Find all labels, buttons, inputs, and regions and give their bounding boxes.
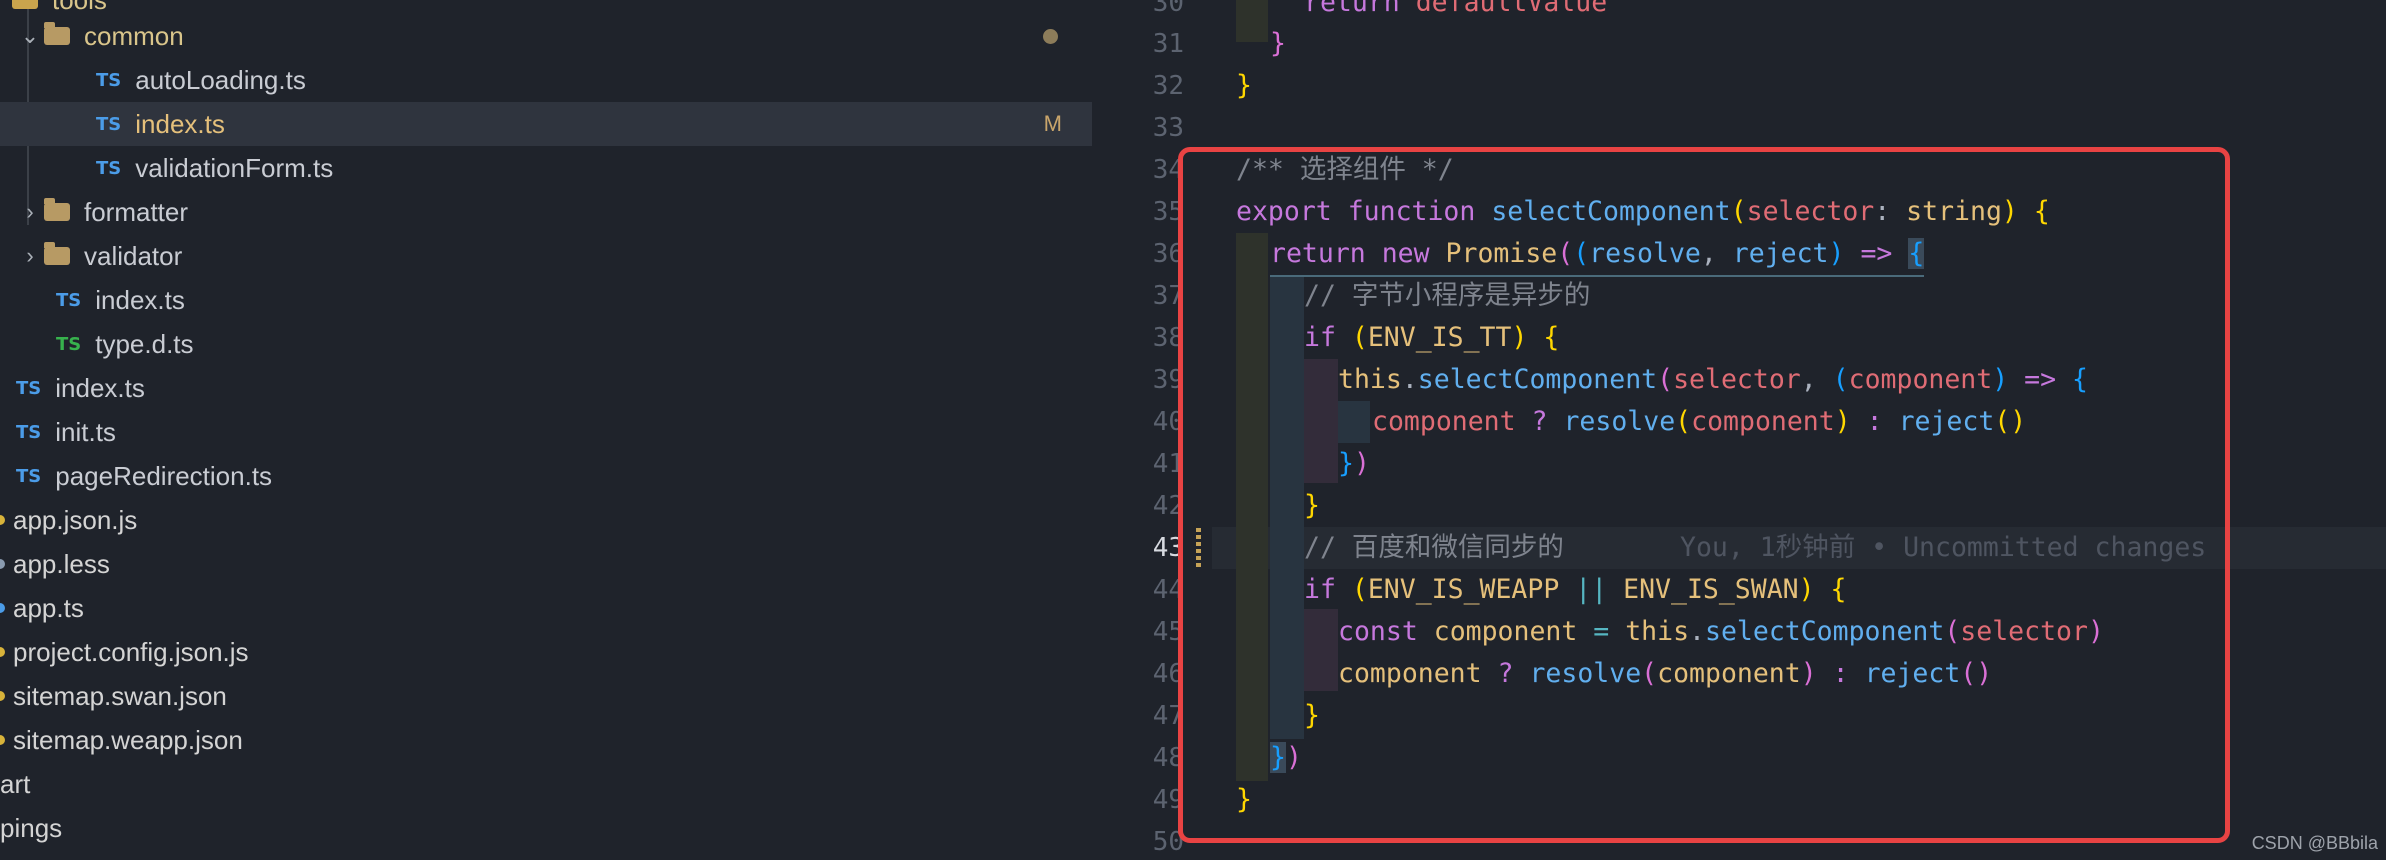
- typescript-icon: TS: [96, 157, 122, 179]
- tree-folder-validator[interactable]: › validator: [0, 234, 1092, 278]
- tree-file-app-ts[interactable]: app.ts: [0, 586, 1092, 630]
- tree-folder-common[interactable]: ⌄ common: [0, 14, 1092, 58]
- line-number: 39: [1152, 365, 1184, 395]
- tree-label: validationForm.ts: [135, 152, 334, 183]
- line-number: 38: [1152, 323, 1184, 353]
- code-line-32: 32 }: [1092, 65, 2386, 107]
- tree-label: sitemap.swan.json: [13, 680, 227, 711]
- ts-file-icon: [0, 603, 5, 613]
- tree-file-index-active[interactable]: TS index.ts M: [0, 102, 1092, 146]
- tree-label: type.d.ts: [95, 328, 194, 359]
- line-number: 49: [1152, 785, 1184, 815]
- chevron-right-icon: ›: [26, 199, 34, 224]
- json-file-icon: [0, 735, 5, 745]
- typescript-icon: TS: [56, 289, 82, 311]
- chevron-down-icon: ⌄: [20, 23, 40, 48]
- typescript-icon: TS: [16, 465, 42, 487]
- folder-icon: [12, 0, 38, 9]
- less-file-icon: [0, 559, 5, 569]
- tree-label: app.ts: [13, 592, 84, 623]
- modified-dot-badge: [1043, 28, 1058, 44]
- tree-label: index.ts: [135, 108, 225, 139]
- token: defaultValue: [1415, 0, 1608, 18]
- line-number: 33: [1152, 113, 1184, 143]
- watermark: CSDN @BBbila: [2251, 833, 2378, 853]
- typescript-icon: TS: [96, 113, 122, 135]
- json-file-icon: [0, 691, 5, 701]
- js-file-icon: [0, 515, 5, 525]
- tree-label: sitemap.weapp.json: [13, 724, 243, 755]
- line-number: 48: [1152, 743, 1184, 773]
- annotation-highlight-box: [1178, 147, 2230, 843]
- typescript-icon: TS: [16, 421, 42, 443]
- tree-label: project.config.json.js: [13, 636, 249, 667]
- line-number: 31: [1152, 29, 1184, 59]
- line-number: 40: [1152, 407, 1184, 437]
- line-number: 32: [1152, 71, 1184, 101]
- tree-item-pings[interactable]: pings: [0, 806, 1092, 850]
- tree-label: art: [0, 768, 31, 799]
- line-number: 44: [1152, 575, 1184, 605]
- line-number: 45: [1152, 617, 1184, 647]
- folder-open-icon: [44, 22, 70, 45]
- tree-label: app.json.js: [13, 504, 138, 535]
- tree-folder-formatter[interactable]: › formatter: [0, 190, 1092, 234]
- tree-label: pageRedirection.ts: [55, 460, 273, 491]
- code-line-30: 30 return defaultValue: [1092, 0, 2386, 24]
- line-number: 41: [1152, 449, 1184, 479]
- typescript-definition-icon: TS: [56, 333, 82, 355]
- code-line-33: 33: [1092, 107, 2386, 149]
- tree-file-index[interactable]: TS index.ts: [0, 278, 1092, 322]
- typescript-icon: TS: [96, 69, 122, 91]
- tree-label: index.ts: [55, 372, 145, 403]
- tree-label: formatter: [84, 196, 189, 227]
- tree-file-index-root[interactable]: TS index.ts: [0, 366, 1092, 410]
- tree-label: app.less: [13, 548, 110, 579]
- token: }: [1236, 70, 1252, 101]
- line-number: 43: [1152, 533, 1184, 563]
- tree-file-pageRedirection[interactable]: TS pageRedirection.ts: [0, 454, 1092, 498]
- tree-label: autoLoading.ts: [135, 64, 306, 95]
- tree-label: index.ts: [95, 284, 185, 315]
- tree-label: pings: [0, 812, 63, 843]
- tree-label: init.ts: [55, 416, 116, 447]
- line-number: 46: [1152, 659, 1184, 689]
- line-number: 42: [1152, 491, 1184, 521]
- token: }: [1270, 28, 1286, 59]
- folder-icon: [44, 198, 70, 221]
- folder-icon: [44, 242, 70, 265]
- git-modified-badge: M: [1043, 111, 1062, 136]
- tree-file-sitemap-swan[interactable]: sitemap.swan.json: [0, 674, 1092, 718]
- line-number: 34: [1152, 155, 1184, 185]
- line-number: 30: [1152, 0, 1184, 18]
- tree-file-autoLoading[interactable]: TS autoLoading.ts: [0, 58, 1092, 102]
- line-number: 35: [1152, 197, 1184, 227]
- token: return: [1304, 0, 1400, 18]
- tree-file-sitemap-weapp[interactable]: sitemap.weapp.json: [0, 718, 1092, 762]
- line-number: 37: [1152, 281, 1184, 311]
- tree-file-type-d[interactable]: TS type.d.ts: [0, 322, 1092, 366]
- file-explorer: tools ⌄ common TS autoLoading.ts TS inde…: [0, 0, 1092, 860]
- tree-label: validator: [84, 240, 183, 271]
- line-number: 47: [1152, 701, 1184, 731]
- tree-file-app-json[interactable]: app.json.js: [0, 498, 1092, 542]
- tree-file-validationForm[interactable]: TS validationForm.ts: [0, 146, 1092, 190]
- chevron-right-icon: ›: [26, 243, 34, 268]
- code-line-31: 31 }: [1092, 23, 2386, 65]
- tree-label: common: [84, 20, 184, 51]
- tree-item-art[interactable]: art: [0, 762, 1092, 806]
- tree-file-project-config[interactable]: project.config.json.js: [0, 630, 1092, 674]
- tree-file-app-less[interactable]: app.less: [0, 542, 1092, 586]
- js-file-icon: [0, 647, 5, 657]
- tree-file-init[interactable]: TS init.ts: [0, 410, 1092, 454]
- line-number: 36: [1152, 239, 1184, 269]
- typescript-icon: TS: [16, 377, 42, 399]
- line-number: 50: [1152, 827, 1184, 857]
